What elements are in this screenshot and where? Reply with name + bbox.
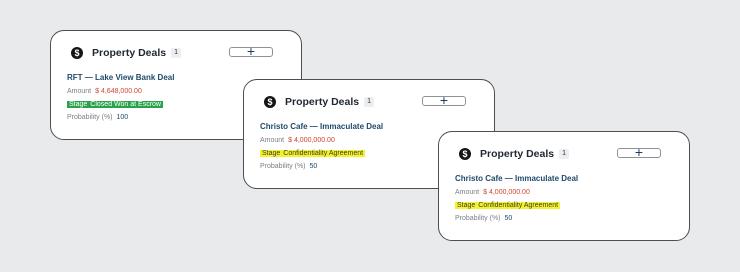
amount-label: Amount <box>260 137 285 144</box>
count-badge: 1 <box>559 149 570 159</box>
stage-highlight: Stage Confidentiality Agreement <box>260 150 366 157</box>
probability-value: 100 <box>116 114 129 121</box>
dollar-icon: $ <box>71 47 83 59</box>
stage-row: Stage Closed Won at Escrow <box>67 101 163 108</box>
add-deal-button[interactable]: + <box>617 144 661 160</box>
deal-name-link[interactable]: Christo Cafe — Immaculate Deal <box>455 174 578 183</box>
deal-name-link[interactable]: Christo Cafe — Immaculate Deal <box>260 122 383 131</box>
amount-label: Amount <box>67 88 92 95</box>
count-badge: 1 <box>171 48 182 58</box>
stage-label: Stage <box>457 202 476 209</box>
amount-row: Amount $ 4,648,000.00 <box>67 88 142 95</box>
card-header: $ Property Deals 1 + <box>71 43 287 61</box>
amount-value: $ 4,000,000.00 <box>483 189 530 196</box>
card-header: $ Property Deals 1 + <box>459 144 675 162</box>
probability-label: Probability (%) <box>455 215 501 222</box>
stage-label: Stage <box>262 150 281 157</box>
card-header: $ Property Deals 1 + <box>264 92 480 110</box>
stage-row: Stage Confidentiality Agreement <box>260 150 366 157</box>
property-deals-card: $ Property Deals 1 + Christo Cafe — Imma… <box>438 131 690 241</box>
amount-row: Amount $ 4,000,000.00 <box>455 189 530 196</box>
dollar-icon: $ <box>264 96 276 108</box>
card-title: Property Deals <box>480 148 555 160</box>
probability-label: Probability (%) <box>67 114 113 121</box>
dollar-icon: $ <box>459 148 471 160</box>
probability-row: Probability (%) 50 <box>455 215 512 222</box>
card-title: Property Deals <box>92 47 167 59</box>
amount-label: Amount <box>455 189 480 196</box>
add-deal-button[interactable]: + <box>422 92 466 108</box>
probability-label: Probability (%) <box>260 163 306 170</box>
plus-icon: + <box>439 92 449 108</box>
plus-icon: + <box>634 144 644 160</box>
probability-value: 50 <box>309 163 318 170</box>
stage-highlight: Stage Confidentiality Agreement <box>455 202 561 209</box>
probability-row: Probability (%) 50 <box>260 163 317 170</box>
deal-name-link[interactable]: RFT — Lake View Bank Deal <box>67 73 174 82</box>
amount-row: Amount $ 4,000,000.00 <box>260 137 335 144</box>
probability-row: Probability (%) 100 <box>67 114 128 121</box>
amount-value: $ 4,648,000.00 <box>95 88 142 95</box>
stage-row: Stage Confidentiality Agreement <box>455 202 561 209</box>
stage-value: Confidentiality Agreement <box>283 150 364 157</box>
stage-label: Stage <box>69 101 88 108</box>
stage-highlight: Stage Closed Won at Escrow <box>67 101 163 108</box>
count-badge: 1 <box>364 97 375 107</box>
plus-icon: + <box>246 43 256 59</box>
amount-value: $ 4,000,000.00 <box>288 137 335 144</box>
card-title: Property Deals <box>285 96 360 108</box>
probability-value: 50 <box>504 215 513 222</box>
stage-value: Closed Won at Escrow <box>90 101 161 108</box>
stage-value: Confidentiality Agreement <box>478 202 559 209</box>
add-deal-button[interactable]: + <box>229 43 273 59</box>
